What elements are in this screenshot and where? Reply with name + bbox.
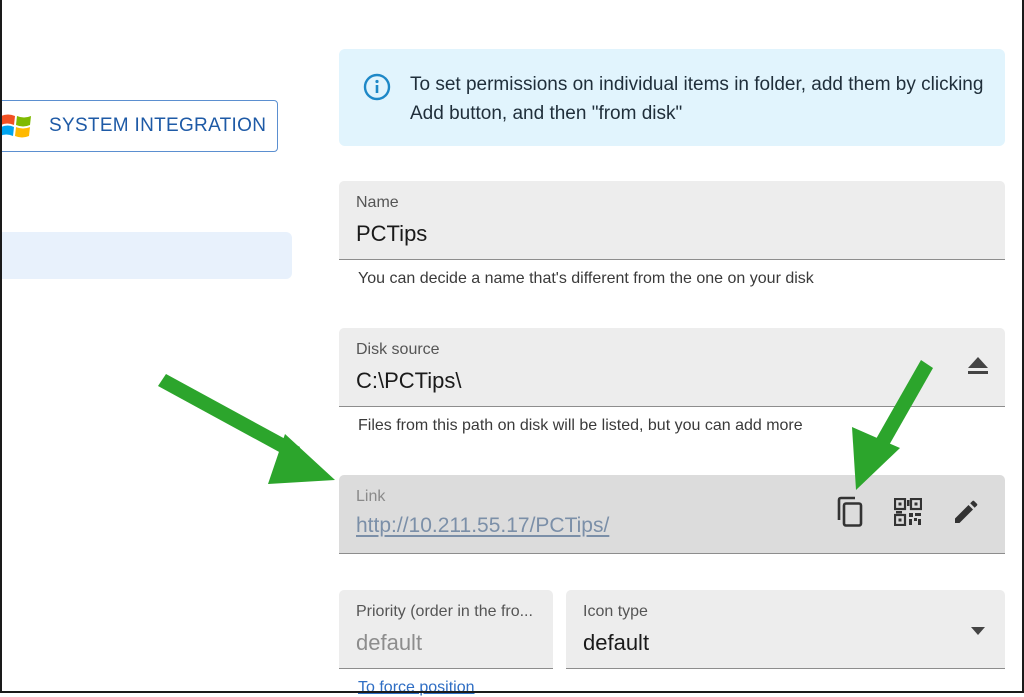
info-icon [363,73,391,101]
sidebar-selected-item[interactable] [0,232,292,279]
eject-icon[interactable] [965,352,991,378]
icon-type-label: Icon type [583,603,648,620]
triangle-down-icon [971,627,985,635]
pencil-icon [955,500,978,523]
name-label: Name [356,194,399,211]
name-helper-text: You can decide a name that's different f… [358,270,814,287]
link-label: Link [356,488,386,505]
priority-field[interactable]: Priority (order in the fro... default [339,590,553,669]
qr-code-icon [894,498,922,526]
qr-code-button[interactable] [893,496,923,528]
disk-source-label: Disk source [356,341,440,358]
disk-source-helper-text: Files from this path on disk will be lis… [358,417,803,434]
link-field: Link http://10.211.55.17/PCTips/ [339,475,1005,554]
icon-type-select[interactable]: Icon type default [566,590,1005,669]
priority-placeholder: default [356,630,423,655]
disk-source-value: C:\PCTips\ [356,368,462,393]
link-url[interactable]: http://10.211.55.17/PCTips/ [356,514,609,538]
priority-label: Priority (order in the fro... [356,603,533,620]
info-text: To set permissions on individual items i… [410,74,984,124]
annotation-arrow-left [158,374,335,484]
edit-link-button[interactable] [951,496,981,528]
info-banner: To set permissions on individual items i… [339,49,1005,146]
link-actions [835,496,981,528]
copy-icon [837,496,863,527]
name-field[interactable]: Name PCTips [339,181,1005,260]
disk-source-field[interactable]: Disk source C:\PCTips\ [339,328,1005,407]
icon-type-value: default [583,630,650,655]
system-integration-label: SYSTEM INTEGRATION [49,115,267,136]
name-value: PCTips [356,221,428,246]
system-integration-button[interactable]: SYSTEM INTEGRATION [0,100,278,152]
copy-link-button[interactable] [835,496,865,528]
force-position-link[interactable]: To force position [358,679,475,697]
windows-logo-icon [0,114,31,138]
